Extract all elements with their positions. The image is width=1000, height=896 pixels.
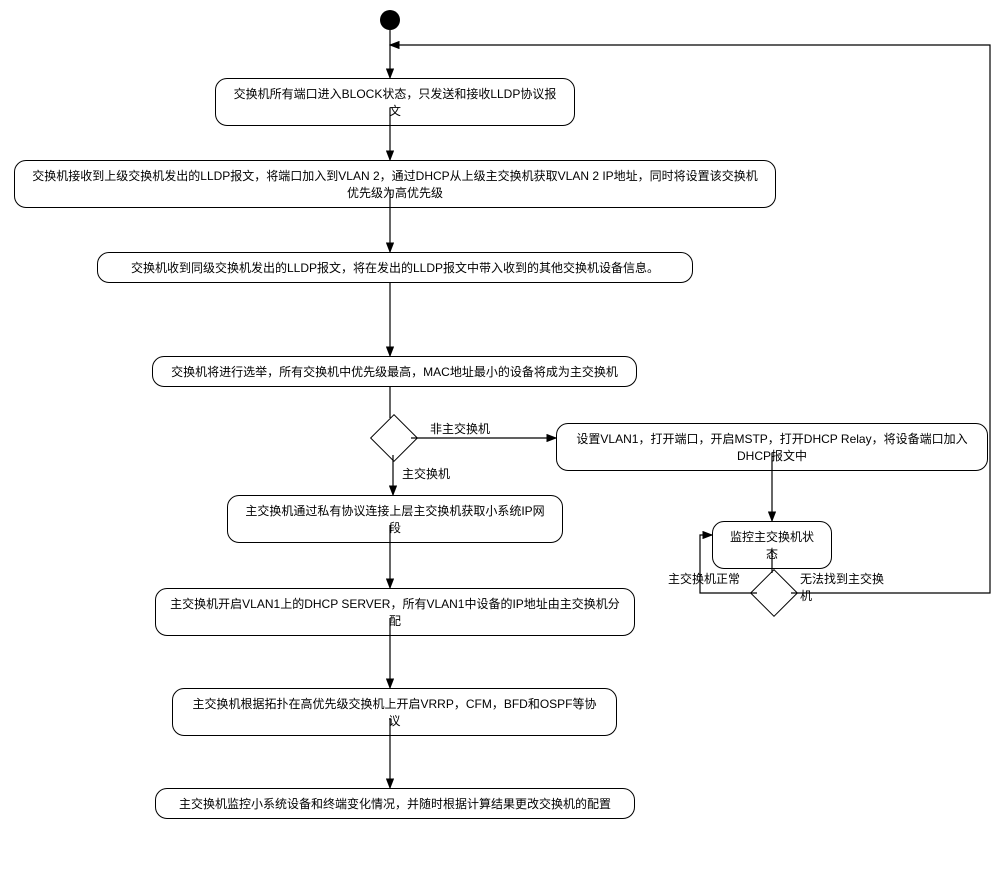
label-no-master: 无法找到主交换机 <box>800 570 890 604</box>
step-monitor-master: 监控主交换机状态 <box>712 521 832 569</box>
decision-master-found <box>750 569 798 617</box>
step-monitor-config: 主交换机监控小系统设备和终端变化情况，并随时根据计算结果更改交换机的配置 <box>155 788 635 819</box>
step-block-state: 交换机所有端口进入BLOCK状态，只发送和接收LLDP协议报文 <box>215 78 575 126</box>
label-non-master: 非主交换机 <box>430 420 490 437</box>
step-election: 交换机将进行选举，所有交换机中优先级最高，MAC地址最小的设备将成为主交换机 <box>152 356 637 387</box>
step-receive-peer-lldp: 交换机收到同级交换机发出的LLDP报文，将在发出的LLDP报文中带入收到的其他交… <box>97 252 693 283</box>
label-master: 主交换机 <box>402 465 450 482</box>
step-dhcp-server: 主交换机开启VLAN1上的DHCP SERVER，所有VLAN1中设备的IP地址… <box>155 588 635 636</box>
label-master-ok: 主交换机正常 <box>668 570 740 587</box>
step-get-ip-segment: 主交换机通过私有协议连接上层主交换机获取小系统IP网段 <box>227 495 563 543</box>
decision-master <box>370 414 418 462</box>
step-non-master-config: 设置VLAN1，打开端口，开启MSTP，打开DHCP Relay，将设备端口加入… <box>556 423 988 471</box>
step-receive-upper-lldp: 交换机接收到上级交换机发出的LLDP报文，将端口加入到VLAN 2，通过DHCP… <box>14 160 776 208</box>
start-node <box>380 10 400 30</box>
step-enable-protocols: 主交换机根据拓扑在高优先级交换机上开启VRRP，CFM，BFD和OSPF等协议 <box>172 688 617 736</box>
